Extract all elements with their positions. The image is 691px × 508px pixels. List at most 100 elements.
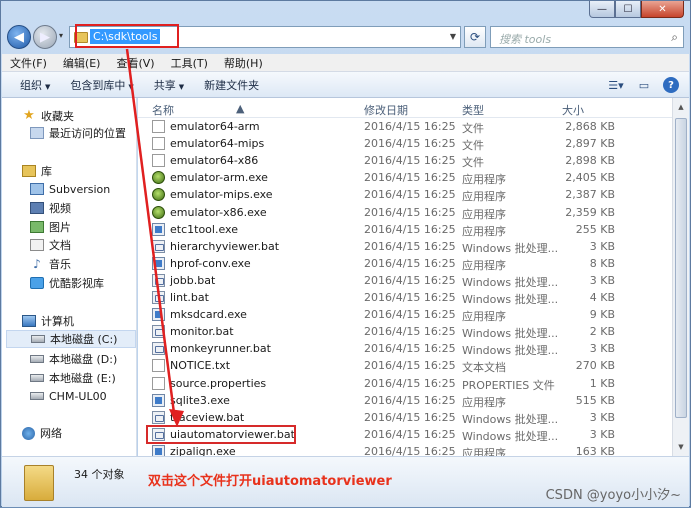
drive-icon	[30, 355, 44, 363]
nav-drive-c[interactable]: 本地磁盘 (C:)	[6, 330, 136, 348]
address-dropdown-icon[interactable]: ▼	[450, 32, 456, 41]
vertical-scrollbar[interactable]: ▲ ▼	[672, 98, 689, 456]
file-row[interactable]: jobb.bat 2016/4/15 16:25 Windows 批处理... 3 K…	[138, 272, 672, 289]
preview-pane-icon[interactable]: ▭	[635, 77, 653, 93]
nav-network-label: 网络	[40, 427, 62, 440]
scroll-down-icon[interactable]: ▼	[674, 439, 688, 455]
file-row[interactable]: emulator-mips.exe 2016/4/15 16:25 应用程序 2,38…	[138, 186, 672, 203]
chevron-down-icon: ▼	[178, 82, 185, 91]
sort-arrow-icon: ▲	[236, 102, 245, 115]
nav-videos-label: 视频	[49, 202, 71, 215]
nav-pictures[interactable]: 图片	[30, 218, 71, 236]
file-name: emulator-arm.exe	[170, 171, 268, 185]
file-row[interactable]: monitor.bat 2016/4/15 16:25 Windows 批处理...…	[138, 323, 672, 340]
file-row[interactable]: emulator64-x86 2016/4/15 16:25 文件 2,898 KB	[138, 152, 672, 169]
file-name: NOTICE.txt	[170, 359, 231, 373]
menu-file[interactable]: 文件(F)	[10, 55, 47, 71]
file-date: 2016/4/15 16:25	[364, 342, 456, 356]
file-date: 2016/4/15 16:25	[364, 137, 456, 151]
file-type: 文本文档	[462, 361, 506, 375]
nav-computer[interactable]: 计算机	[22, 312, 74, 330]
file-name: zipalign.exe	[170, 444, 236, 456]
column-date[interactable]: 修改日期	[364, 102, 408, 118]
file-row[interactable]: etc1tool.exe 2016/4/15 16:25 应用程序 255 KB	[138, 221, 672, 238]
watermark: CSDN @yoyo小小汐~	[545, 488, 681, 503]
file-name: source.properties	[170, 376, 267, 390]
application-icon	[152, 444, 165, 456]
back-button[interactable]: ◀	[7, 25, 31, 49]
scroll-up-icon[interactable]: ▲	[674, 99, 688, 115]
android-emulator-icon	[152, 188, 165, 202]
help-icon[interactable]: ?	[663, 77, 679, 93]
forward-button[interactable]: ▶	[33, 25, 57, 49]
recent-places-icon	[30, 127, 44, 139]
scroll-thumb[interactable]	[675, 118, 687, 418]
nav-favorites[interactable]: ★ 收藏夹	[22, 107, 74, 125]
file-row[interactable]: sqlite3.exe 2016/4/15 16:25 应用程序 515 KB	[138, 392, 672, 409]
column-name[interactable]: 名称	[152, 102, 174, 118]
new-folder-button[interactable]: 新建文件夹	[204, 77, 259, 93]
share-button[interactable]: 共享 ▼	[154, 77, 184, 93]
close-button[interactable]: ✕	[641, 1, 684, 18]
refresh-button[interactable]: ⟳	[464, 26, 486, 48]
file-row[interactable]: emulator64-mips 2016/4/15 16:25 文件 2,897 KB	[138, 135, 672, 152]
file-date: 2016/4/15 16:25	[364, 120, 456, 133]
nav-videos[interactable]: 视频	[30, 199, 71, 217]
file-row[interactable]: lint.bat 2016/4/15 16:25 Windows 批处理... 4 K…	[138, 289, 672, 306]
file-type: 应用程序	[462, 310, 506, 324]
file-row[interactable]: mksdcard.exe 2016/4/15 16:25 应用程序 9 KB	[138, 306, 672, 323]
nav-drive-d[interactable]: 本地磁盘 (D:)	[30, 350, 117, 368]
maximize-button[interactable]: ☐	[615, 1, 641, 18]
file-row[interactable]: hierarchyviewer.bat 2016/4/15 16:25 Window…	[138, 238, 672, 255]
android-emulator-icon	[152, 171, 165, 185]
file-icon	[152, 359, 165, 373]
nav-computer-label: 计算机	[41, 315, 74, 328]
file-size: 4 KB	[589, 291, 615, 304]
nav-youku[interactable]: 优酷影视库	[30, 274, 104, 292]
search-icon[interactable]: ⌕	[671, 30, 678, 45]
column-type[interactable]: 类型	[462, 102, 484, 118]
file-row[interactable]: NOTICE.txt 2016/4/15 16:25 文本文档 270 KB	[138, 357, 672, 374]
file-size: 2,868 KB	[565, 120, 615, 133]
chevron-down-icon: ▼	[128, 82, 134, 91]
file-row[interactable]: source.properties 2016/4/15 16:25 PROPERTI…	[138, 375, 672, 392]
nav-subversion[interactable]: Subversion	[30, 180, 110, 198]
menu-tools[interactable]: 工具(T)	[171, 55, 208, 71]
file-row[interactable]: monkeyrunner.bat 2016/4/15 16:25 Windows 批…	[138, 340, 672, 357]
organize-button[interactable]: 组织 ▼	[20, 77, 50, 93]
file-name: sqlite3.exe	[170, 393, 230, 407]
file-date: 2016/4/15 16:25	[364, 256, 456, 270]
history-dropdown-icon[interactable]: ▾	[59, 31, 63, 40]
nav-subversion-label: Subversion	[49, 182, 111, 196]
nav-recent[interactable]: 最近访问的位置	[30, 124, 126, 142]
nav-libraries[interactable]: 库	[22, 162, 52, 180]
menu-help[interactable]: 帮助(H)	[224, 55, 263, 71]
file-row[interactable]: emulator-arm.exe 2016/4/15 16:25 应用程序 2,405…	[138, 169, 672, 186]
file-row[interactable]: hprof-conv.exe 2016/4/15 16:25 应用程序 8 KB	[138, 255, 672, 272]
nav-chm[interactable]: CHM-UL00	[30, 387, 107, 405]
device-icon	[30, 392, 44, 400]
include-library-button[interactable]: 包含到库中 ▼	[70, 77, 133, 93]
file-row[interactable]: zipalign.exe 2016/4/15 16:25 应用程序 163 KB	[138, 443, 672, 456]
column-size[interactable]: 大小	[562, 102, 584, 118]
file-date: 2016/4/15 16:25	[364, 376, 456, 390]
nav-network[interactable]: 网络	[22, 424, 62, 442]
file-row[interactable]: traceview.bat 2016/4/15 16:25 Windows 批处理.…	[138, 409, 672, 426]
view-options-icon[interactable]: ☰▾	[607, 77, 625, 93]
search-placeholder: 搜索 tools	[499, 33, 552, 46]
nav-documents[interactable]: 文档	[30, 236, 71, 254]
menu-view[interactable]: 查看(V)	[116, 55, 154, 71]
file-icon	[152, 154, 165, 168]
nav-music[interactable]: ♪ 音乐	[30, 255, 71, 273]
file-row[interactable]: emulator64-arm 2016/4/15 16:25 文件 2,868 KB	[138, 118, 672, 135]
file-name: hierarchyviewer.bat	[170, 239, 280, 253]
file-row[interactable]: emulator-x86.exe 2016/4/15 16:25 应用程序 2,359…	[138, 204, 672, 221]
application-icon	[152, 393, 165, 407]
minimize-button[interactable]: —	[589, 1, 615, 18]
nav-libraries-label: 库	[41, 165, 52, 178]
file-date: 2016/4/15 16:25	[364, 359, 456, 373]
menu-edit[interactable]: 编辑(E)	[63, 55, 101, 71]
nav-drive-e[interactable]: 本地磁盘 (E:)	[30, 369, 116, 387]
search-input[interactable]: 搜索 tools ⌕	[490, 26, 684, 48]
file-type: 应用程序	[462, 395, 506, 409]
